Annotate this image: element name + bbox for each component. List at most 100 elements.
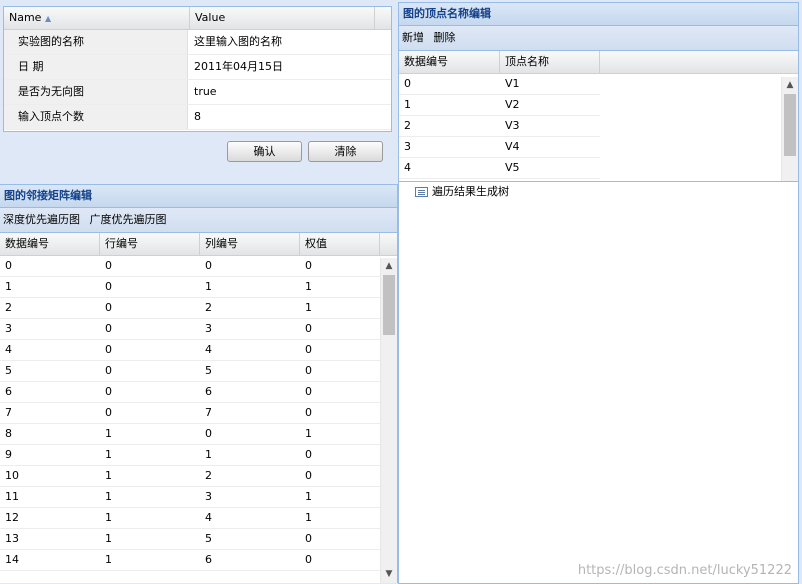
vertex-grid-header: 数据编号 顶点名称	[399, 51, 798, 74]
matrix-panel-title: 图的邻接矩阵编辑	[0, 185, 397, 208]
table-cell: 1	[5, 280, 12, 293]
dfs-button[interactable]: 深度优先遍历图	[3, 213, 80, 226]
matrix-grid-body: 0000101120213030404050506060707081019110…	[0, 256, 380, 571]
vertex-scrollbar[interactable]: ▲	[781, 77, 798, 181]
tree-node-label: 遍历结果生成树	[432, 185, 509, 198]
table-cell: 0	[105, 343, 112, 356]
matrix-col-row[interactable]: 行编号	[100, 233, 200, 255]
table-cell: 6	[205, 385, 212, 398]
vertex-col-id[interactable]: 数据编号	[399, 51, 500, 73]
table-row[interactable]: 3 V4	[399, 137, 600, 158]
table-cell: 1	[105, 448, 112, 461]
value-column-header[interactable]: Value	[190, 7, 375, 29]
table-cell: V5	[505, 161, 520, 174]
table-cell: 3	[404, 140, 411, 153]
table-cell: 1	[105, 532, 112, 545]
property-row[interactable]: 日 期 2011年04月15日	[4, 55, 391, 80]
vertex-grid-body: 0 V1 1 V2 2 V3 3 V4 4 V5	[399, 74, 600, 179]
table-row[interactable]: 3 0 3 0	[0, 319, 380, 340]
table-cell: 1	[305, 301, 312, 314]
property-name: 是否为无向图	[4, 80, 188, 104]
table-cell: 5	[205, 364, 212, 377]
table-cell: 1	[205, 448, 212, 461]
table-cell: 1	[105, 511, 112, 524]
table-cell: 0	[305, 406, 312, 419]
table-cell: 14	[5, 553, 19, 566]
table-cell: 6	[205, 553, 212, 566]
table-row[interactable]: 6 0 6 0	[0, 382, 380, 403]
scroll-up-icon[interactable]: ▲	[782, 77, 798, 94]
table-row[interactable]: 4 V5	[399, 158, 600, 179]
table-cell: 3	[205, 490, 212, 503]
table-row[interactable]: 1 V2	[399, 95, 600, 116]
property-grid-header: Name ▲ Value	[4, 7, 391, 30]
table-cell: 0	[305, 364, 312, 377]
property-value[interactable]: 这里输入图的名称	[188, 30, 282, 54]
table-cell: 0	[305, 469, 312, 482]
property-value[interactable]: 2011年04月15日	[188, 55, 283, 79]
table-cell: 1	[105, 490, 112, 503]
tree-node[interactable]: 遍历结果生成树	[415, 184, 509, 200]
table-cell: 0	[305, 259, 312, 272]
table-row[interactable]: 0 V1	[399, 74, 600, 95]
scroll-thumb[interactable]	[383, 275, 395, 335]
matrix-toolbar: 深度优先遍历图 广度优先遍历图	[0, 208, 397, 233]
table-row[interactable]: 8 1 0 1	[0, 424, 380, 445]
table-cell: 0	[205, 259, 212, 272]
table-row[interactable]: 2021	[0, 298, 380, 319]
table-cell: 1	[305, 511, 312, 524]
matrix-col-col[interactable]: 列编号	[200, 233, 300, 255]
property-value[interactable]: true	[188, 80, 217, 104]
table-cell: 0	[305, 385, 312, 398]
table-row[interactable]: 12 1 4 1	[0, 508, 380, 529]
clear-button[interactable]: 清除	[308, 141, 383, 162]
scroll-thumb[interactable]	[784, 94, 796, 156]
table-row[interactable]: 5 0 5 0	[0, 361, 380, 382]
table-row[interactable]: 4 0 4 0	[0, 340, 380, 361]
table-row[interactable]: 9 1 1 0	[0, 445, 380, 466]
table-row[interactable]: 2 V3	[399, 116, 600, 137]
add-button[interactable]: 新增	[402, 31, 424, 44]
tree-leaf-icon	[415, 187, 428, 197]
table-cell: 5	[5, 364, 12, 377]
name-column-header[interactable]: Name ▲	[4, 7, 190, 29]
table-cell: 0	[105, 385, 112, 398]
table-cell: 1	[105, 427, 112, 440]
sort-ascending-icon: ▲	[44, 14, 52, 23]
table-cell: 8	[5, 427, 12, 440]
table-row[interactable]: 11 1 3 1	[0, 487, 380, 508]
vertex-col-name[interactable]: 顶点名称	[500, 51, 600, 73]
table-cell: 13	[5, 532, 19, 545]
table-cell: 0	[105, 259, 112, 272]
table-row[interactable]: 13 1 5 0	[0, 529, 380, 550]
scroll-down-icon[interactable]: ▼	[381, 566, 397, 583]
scroll-up-icon[interactable]: ▲	[381, 258, 397, 275]
table-cell: 4	[5, 343, 12, 356]
property-row[interactable]: 输入顶点个数 8	[4, 105, 391, 130]
table-cell: 1	[404, 98, 411, 111]
table-row[interactable]: 7 0 7 0	[0, 403, 380, 424]
bfs-button[interactable]: 广度优先遍历图	[90, 213, 167, 226]
vertex-panel: 图的顶点名称编辑 新增 删除 数据编号 顶点名称 0 V1 1 V2 2 V3 3 V4 4 V5…	[398, 2, 799, 182]
table-row[interactable]: 0 0 0 0	[0, 256, 380, 277]
matrix-scrollbar[interactable]: ▲ ▼	[380, 258, 397, 583]
table-cell: 0	[105, 301, 112, 314]
matrix-col-weight[interactable]: 权值	[300, 233, 380, 255]
property-row[interactable]: 是否为无向图 true	[4, 80, 391, 105]
table-cell: 0	[105, 364, 112, 377]
matrix-grid-header: 数据编号 行编号 列编号 权值	[0, 233, 397, 256]
property-grid-body: 实验图的名称 这里输入图的名称日 期 2011年04月15日 是否为无向图 true 输入…	[4, 30, 391, 130]
table-row[interactable]: 1 0 1 1	[0, 277, 380, 298]
matrix-col-id[interactable]: 数据编号	[0, 233, 100, 255]
confirm-button[interactable]: 确认	[227, 141, 302, 162]
table-cell: 11	[5, 490, 19, 503]
table-row[interactable]: 14 1 6 0	[0, 550, 380, 571]
delete-button[interactable]: 删除	[434, 31, 456, 44]
table-row[interactable]: 10 1 2 0	[0, 466, 380, 487]
table-cell: 2	[5, 301, 12, 314]
property-row[interactable]: 实验图的名称 这里输入图的名称	[4, 30, 391, 55]
property-value[interactable]: 8	[188, 105, 201, 129]
table-cell: V4	[505, 140, 520, 153]
table-cell: V3	[505, 119, 520, 132]
table-cell: 0	[205, 427, 212, 440]
